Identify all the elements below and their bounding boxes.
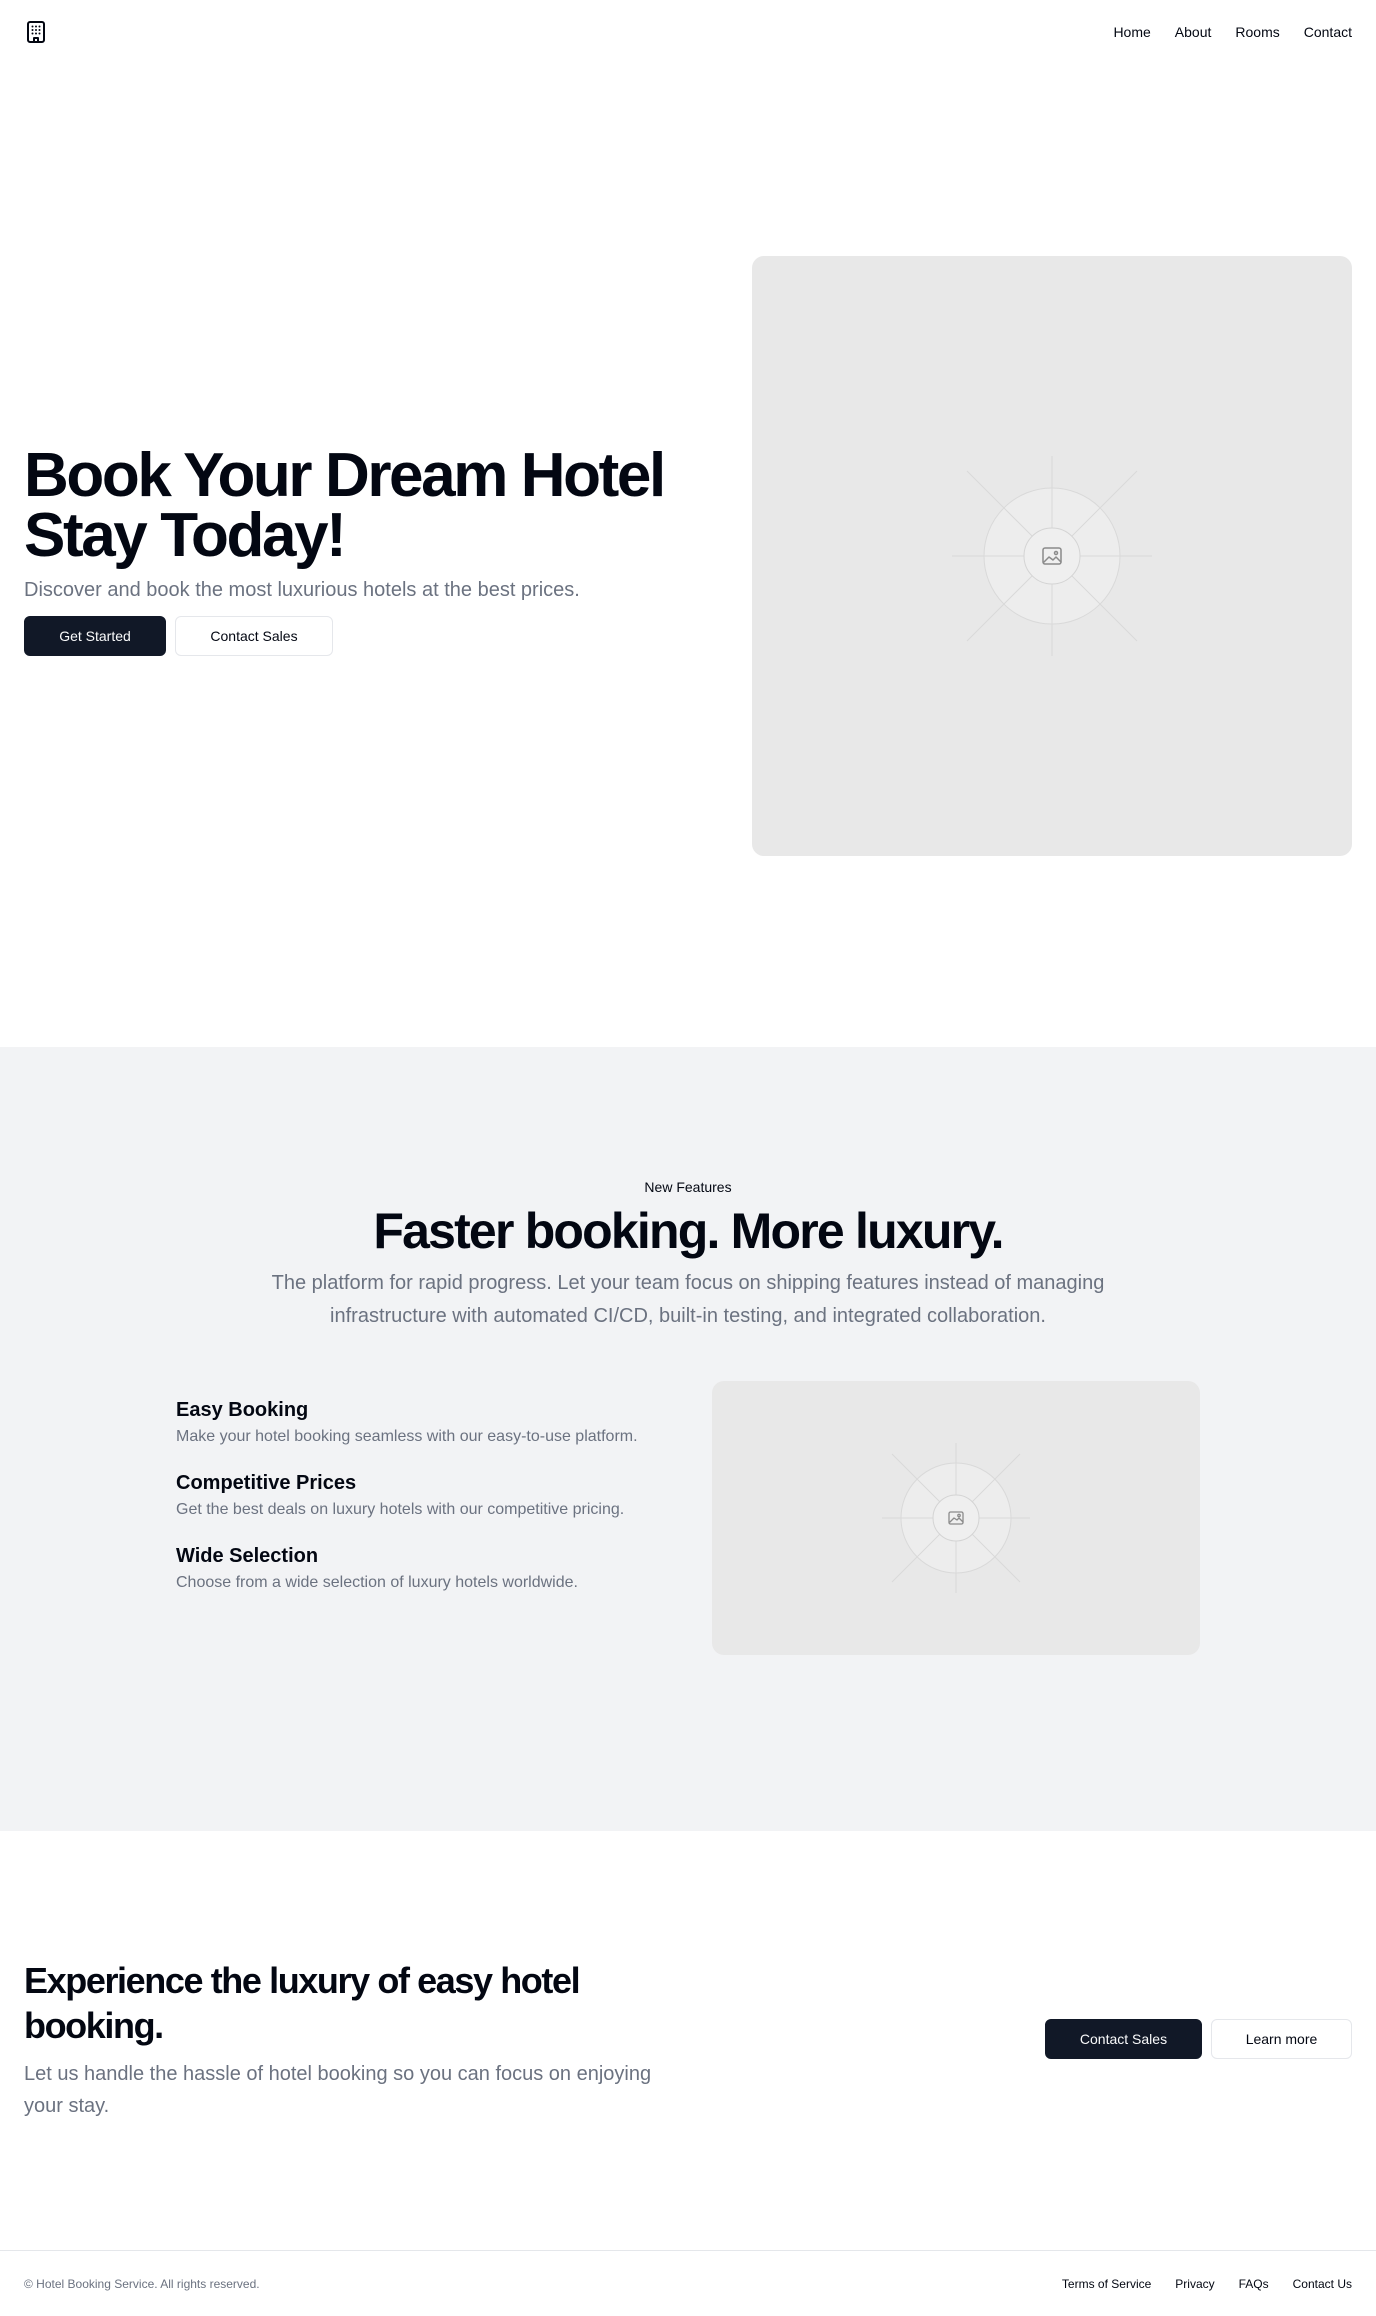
footer-faqs-link[interactable]: FAQs bbox=[1239, 2277, 1269, 2291]
building-icon[interactable] bbox=[24, 20, 48, 44]
feature-item-wide-selection: Wide Selection Choose from a wide select… bbox=[176, 1542, 676, 1595]
features-subtitle: The platform for rapid progress. Let you… bbox=[271, 1272, 1105, 1327]
learn-more-button[interactable]: Learn more bbox=[1211, 2019, 1352, 2059]
nav-rooms-link[interactable]: Rooms bbox=[1235, 24, 1279, 40]
nav-home-link[interactable]: Home bbox=[1113, 24, 1150, 40]
features-eyebrow: New Features bbox=[644, 1179, 732, 1195]
site-footer: © Hotel Booking Service. All rights rese… bbox=[0, 2250, 1376, 2316]
features-title: Faster booking. More luxury. bbox=[373, 1203, 1004, 1259]
nav-contact-link[interactable]: Contact bbox=[1304, 24, 1352, 40]
feature-item-competitive-prices: Competitive Prices Get the best deals on… bbox=[176, 1469, 676, 1522]
nav-about-link[interactable]: About bbox=[1175, 24, 1212, 40]
cta-contact-sales-button[interactable]: Contact Sales bbox=[1045, 2019, 1202, 2059]
contact-sales-button[interactable]: Contact Sales bbox=[175, 616, 333, 656]
features-section: New Features Faster booking. More luxury… bbox=[0, 1047, 1376, 1831]
get-started-button[interactable]: Get Started bbox=[24, 616, 166, 656]
feature-title: Wide Selection bbox=[176, 1545, 319, 1567]
image-placeholder-icon bbox=[952, 456, 1152, 656]
image-placeholder-icon bbox=[882, 1443, 1030, 1593]
hero-image-placeholder bbox=[752, 256, 1352, 856]
feature-item-easy-booking: Easy Booking Make your hotel booking sea… bbox=[176, 1396, 676, 1449]
footer-terms-link[interactable]: Terms of Service bbox=[1062, 2277, 1151, 2291]
footer-nav: Terms of Service Privacy FAQs Contact Us bbox=[1062, 2277, 1352, 2291]
cta-title: Experience the luxury of easy hotel book… bbox=[24, 1960, 581, 2046]
footer-privacy-link[interactable]: Privacy bbox=[1175, 2277, 1214, 2291]
cta-subtitle: Let us handle the hassle of hotel bookin… bbox=[24, 2063, 652, 2117]
feature-description: Make your hotel booking seamless with ou… bbox=[176, 1428, 638, 1445]
feature-title: Easy Booking bbox=[176, 1399, 309, 1421]
hero-title-line2: Stay Today! bbox=[24, 501, 347, 570]
hero-title: Book Your Dream Hotel Stay Today! bbox=[24, 445, 684, 567]
footer-contact-link[interactable]: Contact Us bbox=[1293, 2277, 1352, 2291]
cta-buttons: Contact Sales Learn more bbox=[1045, 2019, 1352, 2059]
feature-list: Easy Booking Make your hotel booking sea… bbox=[176, 1396, 676, 1615]
hero-content: Book Your Dream Hotel Stay Today! Discov… bbox=[24, 445, 684, 656]
site-header: Home About Rooms Contact bbox=[0, 0, 1376, 64]
hero-subtitle: Discover and book the most luxurious hot… bbox=[24, 579, 580, 601]
hero-title-line1: Book Your Dream Hotel bbox=[24, 441, 666, 510]
copyright-text: © Hotel Booking Service. All rights rese… bbox=[24, 2276, 260, 2291]
feature-title: Competitive Prices bbox=[176, 1472, 357, 1494]
feature-description: Get the best deals on luxury hotels with… bbox=[176, 1501, 625, 1518]
cta-content: Experience the luxury of easy hotel book… bbox=[24, 1958, 664, 2122]
main-nav: Home About Rooms Contact bbox=[1113, 24, 1352, 40]
hero-buttons: Get Started Contact Sales bbox=[24, 616, 684, 656]
features-image-placeholder bbox=[712, 1381, 1200, 1655]
feature-description: Choose from a wide selection of luxury h… bbox=[176, 1574, 578, 1591]
